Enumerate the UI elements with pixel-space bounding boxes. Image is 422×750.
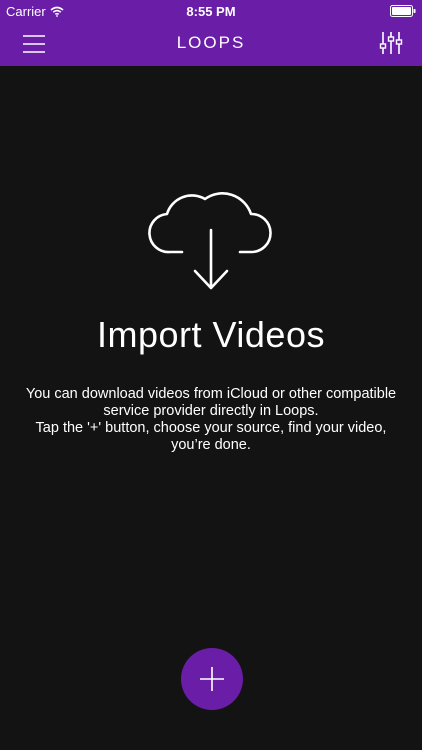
nav-bar: LOOPS <box>0 22 422 66</box>
description-line: You can download videos from iCloud or o… <box>25 386 397 402</box>
app-header: Carrier 8:55 PM LOOPS <box>0 0 422 66</box>
filter-button[interactable] <box>378 29 404 57</box>
empty-state-description: You can download videos from iCloud or o… <box>11 386 411 454</box>
status-bar: Carrier 8:55 PM <box>0 0 422 22</box>
sliders-icon <box>379 32 403 54</box>
description-line: service provider directly in Loops. <box>103 403 319 419</box>
status-battery <box>390 5 416 20</box>
empty-state: Import Videos You can download videos fr… <box>0 180 422 454</box>
battery-icon <box>390 5 416 17</box>
plus-icon <box>200 667 224 691</box>
description-line: you’re done. <box>171 437 251 453</box>
app-title: LOOPS <box>176 33 246 52</box>
status-time: 8:55 PM <box>186 4 236 19</box>
description-line: Tap the '+' button, choose your source, … <box>35 420 387 436</box>
empty-state-title: Import Videos <box>97 314 325 355</box>
add-button[interactable] <box>181 648 243 710</box>
cloud-download-icon <box>148 192 272 290</box>
